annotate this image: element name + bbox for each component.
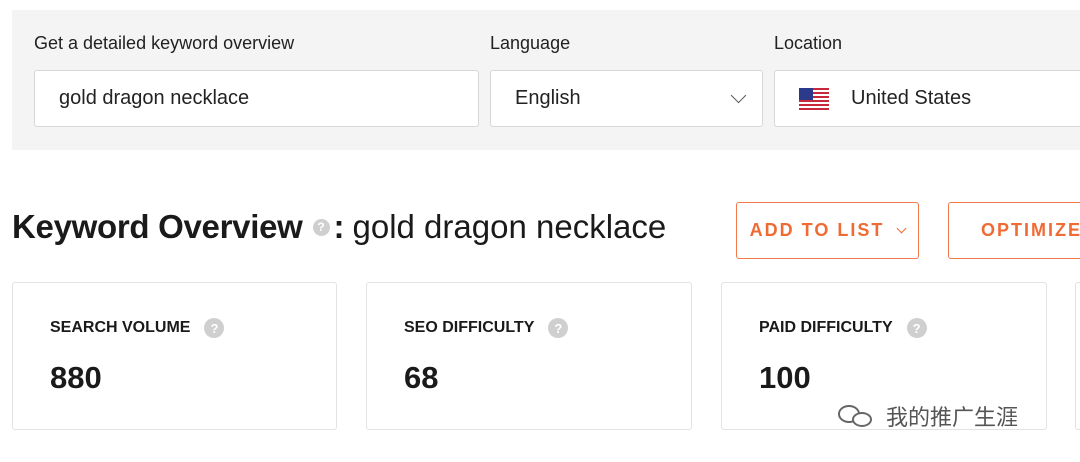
- location-field-label: Location: [774, 33, 843, 53]
- metric-label: PAID DIFFICULTY ?: [759, 318, 927, 338]
- chevron-down-icon: [730, 87, 747, 104]
- keyword-input-value: gold dragon necklace: [59, 87, 250, 109]
- location-select-value: United States: [851, 87, 972, 109]
- page-title-keyword: gold dragon necklace: [352, 208, 667, 245]
- page-title-text: Keyword Overview: [12, 208, 303, 245]
- page-title: Keyword Overview ? : gold dragon necklac…: [12, 208, 666, 246]
- location-select[interactable]: United States: [774, 70, 1080, 127]
- help-icon[interactable]: ?: [204, 318, 225, 338]
- help-icon[interactable]: ?: [312, 218, 330, 236]
- metric-label-text: SEARCH VOLUME: [50, 319, 191, 336]
- optimize-label: OPTIMIZE: [981, 220, 1080, 240]
- optimize-button[interactable]: OPTIMIZE: [948, 202, 1080, 259]
- metric-label: SEARCH VOLUME ?: [50, 318, 225, 338]
- help-icon[interactable]: ?: [548, 318, 569, 338]
- watermark: 我的推广生涯: [838, 400, 1018, 432]
- chevron-down-icon: [896, 223, 907, 234]
- metric-card-seo-difficulty: SEO DIFFICULTY ? 68: [366, 282, 692, 430]
- metric-label: SEO DIFFICULTY ?: [404, 318, 569, 338]
- title-separator: :: [333, 208, 345, 245]
- language-select-value: English: [515, 87, 581, 109]
- keyword-input[interactable]: gold dragon necklace: [34, 70, 479, 127]
- metric-value: 880: [50, 360, 102, 395]
- metric-card-search-volume: SEARCH VOLUME ? 880: [12, 282, 337, 430]
- metric-card-partial: [1075, 282, 1080, 430]
- metric-label-text: SEO DIFFICULTY: [404, 319, 535, 336]
- wechat-icon: [838, 403, 878, 429]
- metric-value: 68: [404, 360, 439, 395]
- metric-value: 100: [759, 360, 811, 395]
- metric-label-text: PAID DIFFICULTY: [759, 319, 893, 336]
- language-select[interactable]: English: [490, 70, 763, 127]
- watermark-text: 我的推广生涯: [886, 405, 1019, 430]
- add-to-list-label: ADD TO LIST: [749, 220, 885, 240]
- help-icon[interactable]: ?: [906, 318, 927, 338]
- keyword-search-panel: Get a detailed keyword overview Language…: [12, 10, 1080, 150]
- add-to-list-button[interactable]: ADD TO LIST: [736, 202, 919, 259]
- language-field-label: Language: [490, 33, 571, 53]
- keyword-field-label: Get a detailed keyword overview: [34, 33, 295, 53]
- us-flag-icon: [799, 87, 829, 110]
